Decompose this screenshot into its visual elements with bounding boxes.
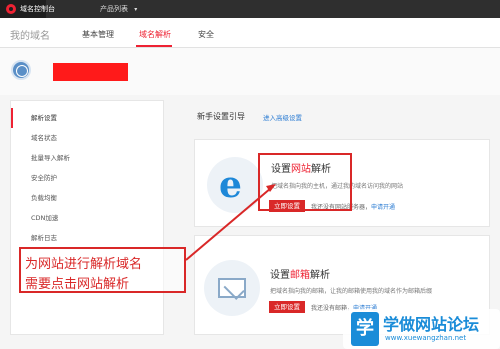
email-setup-button[interactable]: 立即设置 xyxy=(269,301,305,313)
page-header: 我的域名 基本管理 域名解析 安全 xyxy=(0,18,500,48)
website-apply-link[interactable]: 申请开通 xyxy=(371,204,395,211)
tab-dns-resolution[interactable]: 域名解析 xyxy=(139,29,171,40)
sidebar-item-cdn[interactable]: CDN加速 xyxy=(11,208,163,228)
mail-icon xyxy=(204,260,260,316)
sidebar: 解析设置 域名状态 批量导入解析 安全防护 负载均衡 CDN加速 解析日志 xyxy=(10,100,164,335)
domain-info-band xyxy=(0,48,500,95)
product-list-menu[interactable]: 产品列表 ▾ xyxy=(100,4,137,14)
sidebar-item-security-protection[interactable]: 安全防护 xyxy=(11,168,163,188)
logo-icon xyxy=(6,4,16,14)
sidebar-item-bulk-import[interactable]: 批量导入解析 xyxy=(11,148,163,168)
watermark: 学 学做网站论坛 www.xuewangzhan.net xyxy=(343,309,500,349)
email-card-description: 把域名指向我的邮箱，让我的邮箱使用我的域名作为邮箱后缀 xyxy=(270,288,433,295)
ie-browser-icon: e xyxy=(207,157,263,213)
tab-basic-management[interactable]: 基本管理 xyxy=(82,29,114,40)
sidebar-item-load-balancing[interactable]: 负载均衡 xyxy=(11,188,163,208)
annotation-line-2: 需要点击网站解析 xyxy=(25,277,130,292)
product-menu-label: 产品列表 xyxy=(100,5,128,13)
email-card-heading: 设置邮箱解析 xyxy=(270,270,330,281)
guide-title: 新手设置引导 xyxy=(197,112,245,121)
top-bar: 域名控制台 产品列表 ▾ xyxy=(0,0,500,18)
website-highlight-box xyxy=(258,153,352,211)
annotation-callout: 为网站进行解析域名 需要点击网站解析 xyxy=(19,247,186,293)
watermark-logo-icon: 学 xyxy=(351,312,379,346)
app-title: 域名控制台 xyxy=(20,5,55,13)
chevron-down-icon: ▾ xyxy=(134,6,138,13)
redacted-domain-name xyxy=(53,63,128,81)
sidebar-item-domain-status[interactable]: 域名状态 xyxy=(11,128,163,148)
advanced-settings-link[interactable]: 进入高级设置 xyxy=(263,112,302,122)
watermark-title: 学做网站论坛 xyxy=(383,315,480,334)
page-title: 我的域名 xyxy=(10,31,50,42)
annotation-line-1: 为网站进行解析域名 xyxy=(25,257,143,272)
console-logo[interactable]: 域名控制台 xyxy=(0,0,55,18)
sidebar-item-dns-log[interactable]: 解析日志 xyxy=(11,228,163,248)
tab-security[interactable]: 安全 xyxy=(198,29,214,40)
active-tab-indicator xyxy=(136,45,172,47)
sidebar-item-dns-settings[interactable]: 解析设置 xyxy=(11,108,163,128)
watermark-url: www.xuewangzhan.net xyxy=(385,334,467,342)
globe-icon xyxy=(11,60,31,80)
